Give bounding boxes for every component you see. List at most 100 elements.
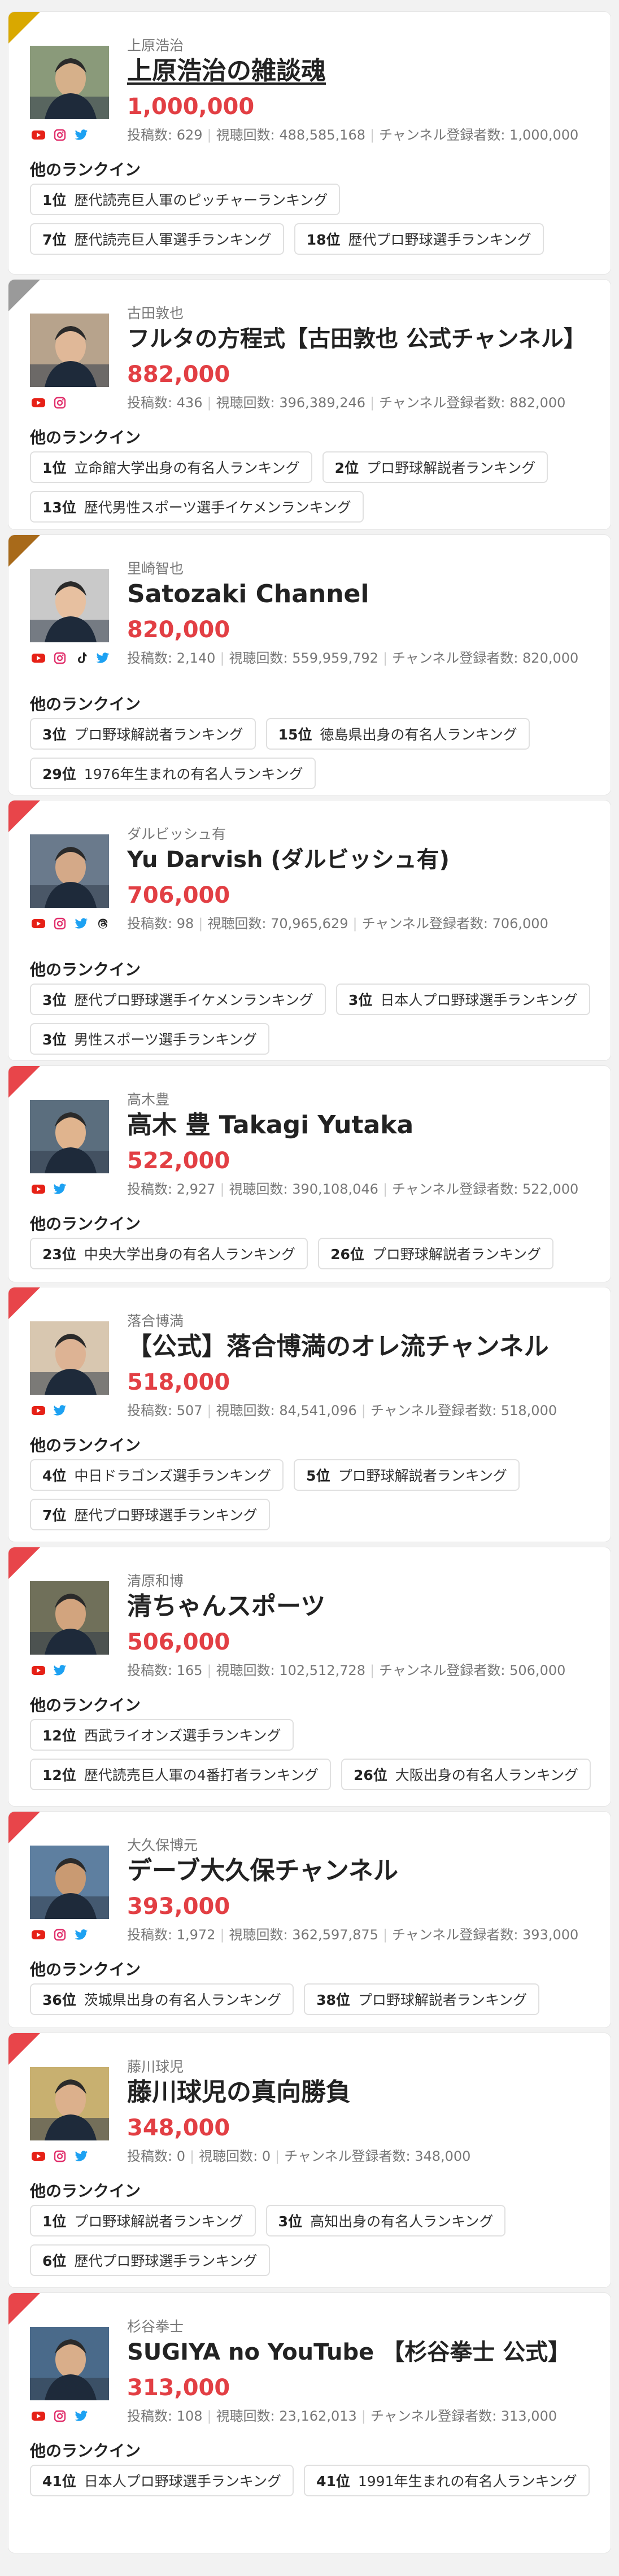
youtube-icon[interactable] [31,916,46,931]
youtube-icon[interactable] [31,2149,46,2164]
youtube-icon[interactable] [31,651,46,665]
instagram-icon[interactable] [53,395,67,410]
channel-info: 杉谷拳士 SUGIYA no YouTube 【杉谷拳士 公式】 313,000 投稿… [127,2316,599,2425]
ranking-pill[interactable]: 1位 歴代読売巨人軍のピッチャーランキング [30,184,341,215]
channel-thumbnail[interactable] [30,569,109,642]
stat-label: 投稿数 [127,1181,168,1197]
ranking-pills: 1位 立命館大学出身の有名人ランキング 2位 プロ野球解説者ランキング 13位 歴代男性ス… [30,451,599,523]
ranking-name: 歴代読売巨人軍のピッチャーランキング [74,192,328,208]
stat-label: 視聴回数 [199,2148,254,2164]
channel-thumbnail[interactable] [30,1846,109,1919]
ranking-pill[interactable]: 12位 歴代読売巨人軍の4番打者ランキング [30,1759,331,1790]
twitter-icon[interactable] [53,1182,67,1196]
twitter-icon[interactable] [74,916,89,931]
stat-separator: | [382,650,388,666]
youtube-icon[interactable] [31,128,46,142]
person-name: ダルビッシュ有 [127,826,226,842]
ranking-pill[interactable]: 6位 歴代プロ野球選手ランキング [30,2244,270,2276]
channel-title[interactable]: SUGIYA no YouTube 【杉谷拳士 公式】 [127,2336,599,2369]
channel-thumbnail[interactable] [30,46,109,119]
posts-stat: 投稿数: 1,972 [127,1927,216,1943]
ranking-pill[interactable]: 3位 男性スポーツ選手ランキング [30,1023,270,1055]
threads-icon[interactable] [95,916,110,931]
ranking-pill[interactable]: 7位 歴代読売巨人軍選手ランキング [30,223,284,255]
ranking-card: 1位 上原浩治 上原浩治の雑談魂 1,000,000 投稿数: 629 | 視聴回数: 4… [8,11,611,275]
channel-title[interactable]: Yu Darvish (ダルビッシュ有) [127,843,599,876]
ranking-pill[interactable]: 23位 中央大学出身の有名人ランキング [30,1238,308,1269]
twitter-icon[interactable] [95,651,110,665]
channel-title[interactable]: デーブ大久保チャンネル [127,1855,599,1887]
channel-title[interactable]: 【公式】落合博満のオレ流チャンネル [127,1330,599,1363]
channel-info: 藤川球児 藤川球児の真向勝負 348,000 投稿数: 0 | 視聴回数: 0 | チャンネル… [127,2056,599,2165]
channel-info: 落合博満 【公式】落合博満のオレ流チャンネル 518,000 投稿数: 507 | 視聴回… [127,1310,599,1419]
ranking-pill[interactable]: 4位 中日ドラゴンズ選手ランキング [30,1459,284,1491]
channel-title[interactable]: Satozaki Channel [127,578,599,611]
youtube-icon[interactable] [31,2409,46,2423]
channel-thumbnail[interactable] [30,1581,109,1655]
ranking-pill[interactable]: 41位 1991年生まれの有名人ランキング [304,2465,590,2496]
ranking-pills: 23位 中央大学出身の有名人ランキング 26位 プロ野球解説者ランキング [30,1238,599,1269]
ranking-pill[interactable]: 12位 西武ライオンズ選手ランキング [30,1719,294,1751]
ranking-pill[interactable]: 3位 歴代プロ野球選手イケメンランキング [30,984,326,1015]
ranking-position: 12位 [42,1728,76,1744]
youtube-icon[interactable] [31,1182,46,1196]
ranking-pill[interactable]: 26位 プロ野球解説者ランキング [318,1238,554,1269]
channel-title[interactable]: 清ちゃんスポーツ [127,1590,599,1623]
stat-label: 投稿数 [127,2408,168,2424]
ranking-pill[interactable]: 3位 高知出身の有名人ランキング [265,2205,506,2236]
channel-stats: 投稿数: 629 | 視聴回数: 488,585,168 | チャンネル登録者数: 1,… [127,124,599,143]
tiktok-icon[interactable] [74,651,89,665]
twitter-icon[interactable] [74,1927,89,1942]
youtube-icon[interactable] [31,1663,46,1678]
ranking-pill[interactable]: 15位 徳島県出身の有名人ランキング [265,718,530,750]
channel-title[interactable]: フルタの方程式【古田敦也 公式チャンネル】 [127,323,599,355]
channel-thumbnail[interactable] [30,314,109,387]
instagram-icon[interactable] [53,2409,67,2423]
youtube-icon[interactable] [31,1403,46,1418]
ranking-pill[interactable]: 38位 プロ野球解説者ランキング [304,1983,540,2015]
channel-info: 上原浩治 上原浩治の雑談魂 1,000,000 投稿数: 629 | 視聴回数: 488,… [127,34,599,143]
twitter-icon[interactable] [74,128,89,142]
channel-stats: 投稿数: 165 | 視聴回数: 102,512,728 | チャンネル登録者数: 50… [127,1659,599,1679]
twitter-icon[interactable] [53,1663,67,1678]
ranking-pill[interactable]: 18位 歴代プロ野球選手ランキング [294,223,544,255]
ranking-pill[interactable]: 26位 大阪出身の有名人ランキング [341,1759,591,1790]
youtube-icon[interactable] [31,395,46,410]
channel-thumbnail[interactable] [30,834,109,908]
channel-thumbnail[interactable] [30,1100,109,1173]
channel-title[interactable]: 藤川球児の真向勝負 [127,2076,599,2109]
channel-thumbnail[interactable] [30,2067,109,2140]
twitter-icon[interactable] [53,1403,67,1418]
ranking-pill[interactable]: 29位 1976年生まれの有名人ランキング [30,758,316,789]
channel-thumbnail[interactable] [30,1321,109,1395]
ranking-pill[interactable]: 7位 歴代プロ野球選手ランキング [30,1499,270,1530]
ranking-card: 8位 大久保博元 デーブ大久保チャンネル 393,000 投稿数: 1,972 | 視聴回… [8,1811,611,2028]
channel-title[interactable]: 上原浩治の雑談魂 [127,55,599,88]
ranking-pill[interactable]: 36位 茨城県出身の有名人ランキング [30,1983,294,2015]
channel-title[interactable]: 高木 豊 Takagi Yutaka [127,1109,599,1142]
twitter-icon[interactable] [74,2409,89,2423]
channel-thumbnail[interactable] [30,2327,109,2400]
ranking-pill[interactable]: 5位 プロ野球解説者ランキング [294,1459,520,1491]
ranking-pill[interactable]: 41位 日本人プロ野球選手ランキング [30,2465,294,2496]
ranking-pill[interactable]: 1位 立命館大学出身の有名人ランキング [30,451,312,483]
ranking-pill[interactable]: 3位 プロ野球解説者ランキング [30,718,256,750]
twitter-icon[interactable] [74,2149,89,2164]
ranking-name: 歴代プロ野球選手ランキング [74,1507,258,1524]
ranking-pill[interactable]: 13位 歴代男性スポーツ選手イケメンランキング [30,491,364,523]
instagram-icon[interactable] [53,2149,67,2164]
ranking-pill[interactable]: 1位 プロ野球解説者ランキング [30,2205,256,2236]
person-name: 杉谷拳士 [127,2318,184,2335]
instagram-icon[interactable] [53,916,67,931]
ranking-pill[interactable]: 2位 プロ野球解説者ランキング [322,451,548,483]
instagram-icon[interactable] [53,1927,67,1942]
instagram-icon[interactable] [53,128,67,142]
stat-label: 視聴回数 [229,1181,284,1197]
stat-separator: | [198,916,203,932]
stat-label: 視聴回数 [216,2408,271,2424]
ranking-pill[interactable]: 3位 日本人プロ野球選手ランキング [335,984,590,1015]
posts-stat: 投稿数: 629 [127,127,203,143]
instagram-icon[interactable] [53,651,67,665]
youtube-icon[interactable] [31,1927,46,1942]
views-stat: 視聴回数: 396,389,246 [216,395,366,411]
